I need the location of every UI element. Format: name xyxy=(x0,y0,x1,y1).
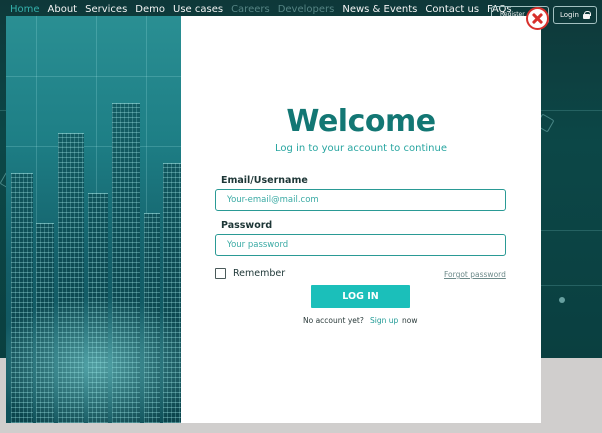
city-illustration xyxy=(6,16,181,423)
login-submit-button[interactable]: LOG IN xyxy=(311,285,410,308)
forgot-password-link[interactable]: Forgot password xyxy=(444,270,506,279)
modal-subtitle: Log in to your account to continue xyxy=(275,143,447,154)
remember-checkbox[interactable] xyxy=(215,268,226,279)
email-field[interactable] xyxy=(215,189,506,211)
modal-title: Welcome xyxy=(286,104,436,139)
signup-link[interactable]: Sign up xyxy=(370,316,398,325)
signup-prefix: No account yet? xyxy=(303,316,364,325)
close-button[interactable] xyxy=(526,7,549,30)
signup-suffix: now xyxy=(402,316,418,325)
close-icon xyxy=(532,13,543,24)
password-field[interactable] xyxy=(215,234,506,256)
remember-label[interactable]: Remember xyxy=(233,268,285,279)
email-label: Email/Username xyxy=(221,175,308,186)
password-label: Password xyxy=(221,220,273,231)
